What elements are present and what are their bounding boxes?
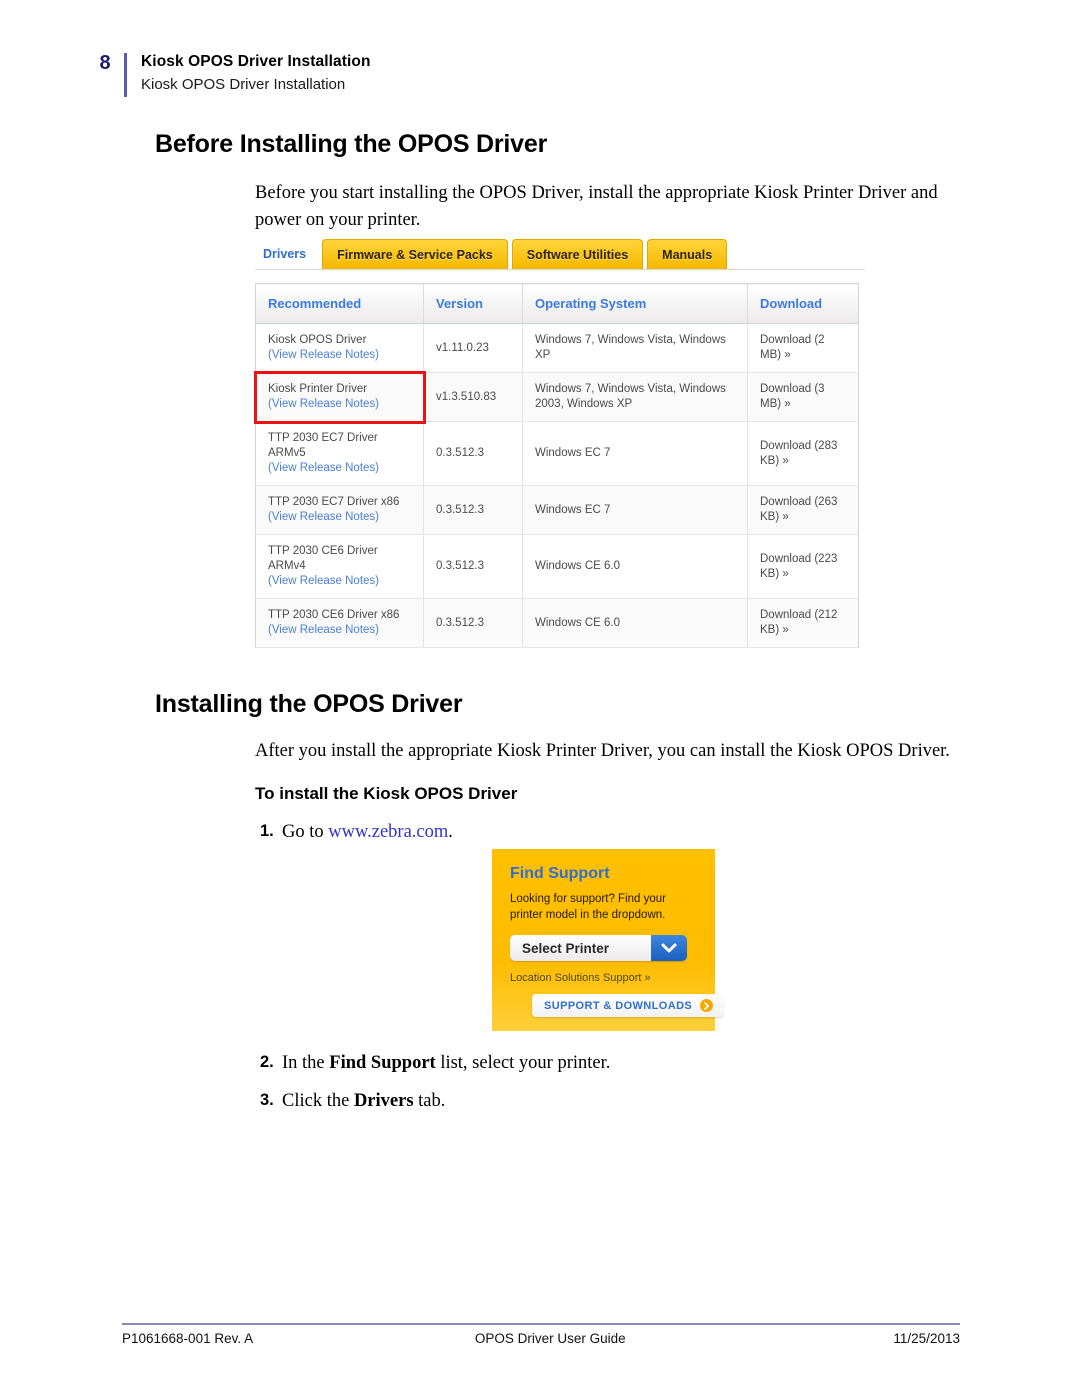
driver-tabs-bar: Drivers Firmware & Service Packs Softwar… [255,237,865,270]
table-row: TTP 2030 EC7 Driver x86 (View Release No… [255,485,859,535]
tab-manuals[interactable]: Manuals [647,239,728,269]
subheading-to-install: To install the Kiosk OPOS Driver [255,784,518,803]
download-link[interactable]: Download (263 KB) » [747,485,859,535]
step-3-number: 3. [260,1091,274,1109]
step-1-prefix: Go to [282,822,329,842]
step-1-text: Go to www.zebra.com. [282,822,453,843]
cell-driver-name: Kiosk OPOS Driver (View Release Notes) [255,323,424,373]
footer-divider-rule [122,1323,960,1325]
step-3-prefix: Click the [282,1091,354,1111]
heading-before-installing: Before Installing the OPOS Driver [155,130,548,158]
cell-operating-system: Windows EC 7 [522,485,748,535]
table-row: TTP 2030 EC7 Driver ARMv5 (View Release … [255,421,859,486]
cell-driver-name: TTP 2030 EC7 Driver x86 (View Release No… [255,485,424,535]
cell-driver-name: TTP 2030 CE6 Driver ARMv4 (View Release … [255,534,424,599]
download-link[interactable]: Download (223 KB) » [747,534,859,599]
download-link[interactable]: Download (3 MB) » [747,372,859,422]
paragraph-before-installing: Before you start installing the OPOS Dri… [255,183,938,230]
table-row: TTP 2030 CE6 Driver x86 (View Release No… [255,598,859,648]
header-text-block: Kiosk OPOS Driver Installation Kiosk OPO… [141,52,371,96]
download-link[interactable]: Download (2 MB) » [747,323,859,373]
cell-version: 0.3.512.3 [423,598,523,648]
tab-drivers[interactable]: Drivers [255,239,323,269]
select-printer-value: Select Printer [522,940,610,956]
column-header-operating-system[interactable]: Operating System [522,283,748,324]
driver-name-text: TTP 2030 EC7 Driver x86 [268,496,400,508]
tab-software-utilities[interactable]: Software Utilities [511,239,644,269]
cell-version: 0.3.512.3 [423,421,523,486]
table-row: Kiosk Printer Driver (View Release Notes… [253,370,859,424]
cell-operating-system: Windows 7, Windows Vista, Windows XP [522,323,748,373]
step-2-suffix: list, select your printer. [435,1053,611,1073]
download-link[interactable]: Download (212 KB) » [747,598,859,648]
cell-operating-system: Windows CE 6.0 [522,534,748,599]
step-1: 1. Go to www.zebra.com. [260,822,453,843]
step-1-number: 1. [260,822,274,840]
download-link[interactable]: Download (283 KB) » [747,421,859,486]
view-release-notes-link[interactable]: (View Release Notes) [268,574,413,589]
cell-driver-name: TTP 2030 CE6 Driver x86 (View Release No… [255,598,424,648]
header-chapter-title: Kiosk OPOS Driver Installation [141,53,371,70]
view-release-notes-link[interactable]: (View Release Notes) [268,348,413,363]
cell-version: v1.3.510.83 [423,372,523,422]
driver-name-text: TTP 2030 CE6 Driver ARMv4 [268,545,378,572]
column-header-recommended[interactable]: Recommended [255,283,424,324]
view-release-notes-link[interactable]: (View Release Notes) [268,510,413,525]
location-solutions-support-link[interactable]: Location Solutions Support » [510,972,699,984]
column-header-version[interactable]: Version [423,283,523,324]
tab-firmware-service-packs[interactable]: Firmware & Service Packs [322,239,508,269]
drivers-page-screenshot: Drivers Firmware & Service Packs Softwar… [253,237,865,648]
step-3: 3. Click the Drivers tab. [260,1091,445,1112]
step-3-bold-term: Drivers [353,1091,414,1111]
step-1-suffix: . [448,822,453,842]
step-2: 2. In the Find Support list, select your… [260,1053,610,1074]
step-2-number: 2. [260,1053,274,1071]
select-printer-dropdown[interactable]: Select Printer [510,935,687,961]
step-3-text: Click the Drivers tab. [282,1091,445,1112]
footer-date: 11/25/2013 [893,1331,960,1346]
column-header-download[interactable]: Download [747,283,859,324]
arrow-right-icon [700,999,714,1012]
find-support-description: Looking for support? Find your printer m… [510,893,666,921]
page-footer: P1061668-001 Rev. A OPOS Driver User Gui… [122,1331,960,1346]
cell-version: 0.3.512.3 [423,534,523,599]
cell-operating-system: Windows CE 6.0 [522,598,748,648]
running-header: 8 Kiosk OPOS Driver Installation Kiosk O… [92,52,371,97]
step-3-suffix: tab. [413,1091,446,1111]
cell-version: v1.11.0.23 [423,323,523,373]
zebra-website-link[interactable]: www.zebra.com [328,822,448,842]
driver-name-text: Kiosk OPOS Driver [268,334,367,346]
cell-driver-name: TTP 2030 EC7 Driver ARMv5 (View Release … [255,421,424,486]
driver-name-text: TTP 2030 CE6 Driver x86 [268,609,400,621]
header-section-subtitle: Kiosk OPOS Driver Installation [141,76,346,93]
cell-operating-system: Windows EC 7 [522,421,748,486]
table-header-row: Recommended Version Operating System Dow… [255,283,859,324]
table-row: TTP 2030 CE6 Driver ARMv4 (View Release … [255,534,859,599]
view-release-notes-link[interactable]: (View Release Notes) [268,461,413,476]
header-divider-rule [124,53,127,97]
chevron-down-icon[interactable] [651,935,687,961]
footer-document-title: OPOS Driver User Guide [474,1331,626,1346]
page-number: 8 [99,52,111,74]
support-and-downloads-button[interactable]: SUPPORT & DOWNLOADS [532,994,724,1017]
step-2-text: In the Find Support list, select your pr… [282,1053,610,1074]
paragraph-installing: After you install the appropriate Kiosk … [255,741,950,761]
heading-installing: Installing the OPOS Driver [155,690,463,718]
footer-part-number: P1061668-001 Rev. A [122,1331,254,1346]
cell-operating-system: Windows 7, Windows Vista, Windows 2003, … [522,372,748,422]
driver-name-text: TTP 2030 EC7 Driver ARMv5 [268,432,378,459]
drivers-table: Recommended Version Operating System Dow… [253,283,859,648]
cell-driver-name-highlighted: Kiosk Printer Driver (View Release Notes… [253,370,426,424]
document-page: 8 Kiosk OPOS Driver Installation Kiosk O… [0,0,1080,1397]
view-release-notes-link[interactable]: (View Release Notes) [268,623,413,638]
step-2-prefix: In the [282,1053,330,1073]
driver-name-text: Kiosk Printer Driver [268,383,368,395]
view-release-notes-link[interactable]: (View Release Notes) [268,397,413,412]
cell-version: 0.3.512.3 [423,485,523,535]
step-2-bold-term: Find Support [329,1053,436,1073]
find-support-title: Find Support [510,865,610,882]
support-and-downloads-label: SUPPORT & DOWNLOADS [544,999,693,1012]
find-support-widget-screenshot: Find Support Looking for support? Find y… [492,849,724,1031]
table-row: Kiosk OPOS Driver (View Release Notes) v… [255,323,859,373]
